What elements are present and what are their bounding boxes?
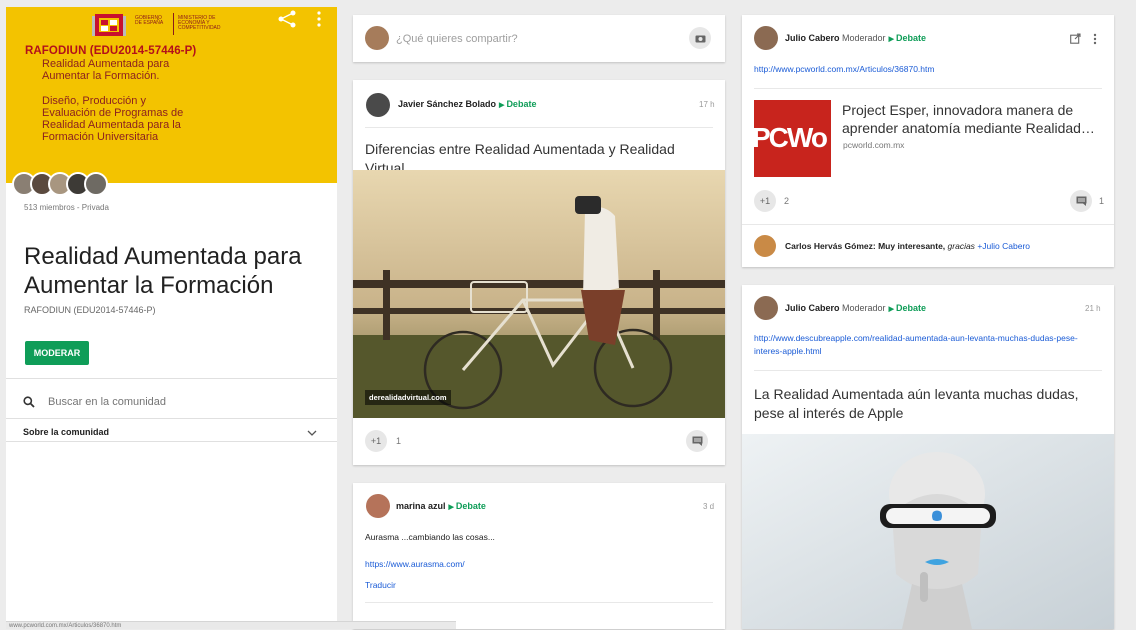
- search-icon: [23, 396, 35, 408]
- comment-mention[interactable]: +Julio Cabero: [977, 241, 1030, 251]
- post-image[interactable]: [742, 434, 1114, 629]
- avatar[interactable]: [754, 26, 778, 50]
- post-link[interactable]: http://www.pcworld.com.mx/Articulos/3687…: [754, 63, 934, 76]
- ministry-label: MINISTERIO DE ECONOMÍA Y COMPETITIVIDAD: [178, 15, 221, 31]
- divider: [365, 127, 713, 128]
- comment-button[interactable]: [686, 430, 708, 452]
- arrow-right-icon: ▶: [499, 102, 505, 109]
- post-text: Aurasma ...cambiando las cosas...: [365, 532, 495, 542]
- banner-line: Realidad Aumentada para la: [42, 119, 181, 131]
- search-input[interactable]: [48, 394, 318, 410]
- divider: [365, 602, 713, 603]
- avatar[interactable]: [366, 93, 390, 117]
- post-time[interactable]: 21 h: [1085, 304, 1101, 313]
- preview-thumbnail[interactable]: PCWo: [754, 100, 831, 177]
- category-link[interactable]: Debate: [896, 33, 926, 43]
- arrow-right-icon: ▶: [888, 306, 894, 313]
- post-card: marina azul ▶ Debate 3 d Aurasma ...cambia…: [353, 483, 725, 629]
- community-panel: GOBIERNO DE ESPAÑA MINISTERIO DE ECONOMÍ…: [6, 7, 337, 629]
- post-card: Javier Sánchez Bolado ▶ Debate 17 h Difere…: [353, 80, 725, 465]
- divider: [754, 88, 1102, 89]
- member-count: 513 miembros - Privada: [24, 203, 109, 212]
- plus-one-button[interactable]: +1: [754, 190, 776, 212]
- image-caption: derealidadvirtual.com: [365, 390, 451, 405]
- comment-icon: [1076, 196, 1086, 206]
- open-external-icon[interactable]: [1070, 33, 1081, 44]
- about-label: Sobre la comunidad: [23, 427, 110, 437]
- post-header: Javier Sánchez Bolado ▶ Debate: [398, 99, 536, 109]
- comment-count: 1: [1099, 196, 1105, 206]
- preview-logo: PCWo: [754, 122, 828, 153]
- share-icon[interactable]: [276, 10, 298, 28]
- translate-link[interactable]: Traducir: [365, 579, 396, 592]
- moderate-button[interactable]: MODERAR: [25, 341, 89, 365]
- gov-divider: [173, 13, 174, 35]
- banner-line: Evaluación de Programas de: [42, 107, 184, 119]
- community-search[interactable]: [6, 386, 337, 418]
- avatar[interactable]: [84, 172, 108, 196]
- more-vert-icon[interactable]: [312, 10, 326, 28]
- post-text: La Realidad Aumentada aún levanta muchas…: [754, 386, 1079, 421]
- avatar[interactable]: [366, 494, 390, 518]
- community-subtitle: RAFODIUN (EDU2014-57446-P): [24, 305, 156, 315]
- banner-line: Diseño, Producción y: [42, 95, 146, 107]
- preview-title[interactable]: Project Esper, innovadora manera de apre…: [842, 101, 1102, 137]
- share-composer[interactable]: ¿Qué quieres compartir?: [353, 15, 725, 62]
- community-banner: GOBIERNO DE ESPAÑA MINISTERIO DE ECONOMÍ…: [6, 7, 337, 183]
- camera-icon: [695, 35, 705, 42]
- plus-one-count: 2: [784, 196, 790, 206]
- category-link[interactable]: Debate: [456, 501, 486, 511]
- preview-domain: pcworld.com.mx: [843, 140, 905, 150]
- arrow-right-icon: ▶: [448, 504, 454, 511]
- category-link[interactable]: Debate: [506, 99, 536, 109]
- avatar[interactable]: [754, 296, 778, 320]
- post-header: Julio Cabero Moderador ▶ Debate: [785, 303, 926, 313]
- author-name[interactable]: Julio Cabero: [785, 303, 840, 313]
- post-time[interactable]: 3 d: [703, 502, 714, 511]
- comment-author[interactable]: Carlos Hervás Gómez:: [785, 241, 876, 251]
- coat-of-arms-icon: [92, 14, 126, 36]
- about-community-toggle[interactable]: Sobre la comunidad: [6, 422, 337, 446]
- chevron-down-icon: [307, 430, 317, 436]
- avatar: [365, 26, 389, 50]
- comment: Carlos Hervás Gómez: Muy interesante, gr…: [785, 241, 1030, 251]
- author-role: Moderador: [842, 33, 886, 43]
- divider: [754, 370, 1102, 371]
- status-bar: www.pcworld.com.mx/Articulos/36870.htm: [6, 621, 456, 629]
- comment-text: Muy interesante,: [878, 241, 946, 251]
- category-link[interactable]: Debate: [896, 303, 926, 313]
- gov-label: GOBIERNO DE ESPAÑA: [135, 15, 164, 26]
- post-header: marina azul ▶ Debate: [396, 501, 486, 511]
- post-header: Julio Cabero Moderador ▶ Debate: [785, 33, 926, 43]
- author-role: Moderador: [842, 303, 886, 313]
- banner-title: RAFODIUN (EDU2014-57446-P): [25, 45, 197, 57]
- divider: [742, 224, 1114, 225]
- post-link[interactable]: https://www.aurasma.com/: [365, 558, 465, 571]
- post-card: Julio Cabero Moderador ▶ Debate 21 h http:…: [742, 285, 1114, 629]
- composer-placeholder[interactable]: ¿Qué quieres compartir?: [396, 33, 518, 45]
- post-link[interactable]: http://www.descubreapple.com/realidad-au…: [754, 332, 1094, 358]
- author-name[interactable]: marina azul: [396, 501, 446, 511]
- divider: [6, 441, 337, 442]
- banner-line: Formación Universitaria: [42, 131, 159, 143]
- plus-one-count: 1: [396, 436, 402, 446]
- banner-line: Realidad Aumentada para: [42, 58, 170, 70]
- post-time[interactable]: 17 h: [699, 100, 715, 109]
- more-vert-icon[interactable]: [1092, 33, 1098, 45]
- author-name[interactable]: Javier Sánchez Bolado: [398, 99, 496, 109]
- post-image[interactable]: [353, 170, 725, 418]
- camera-button[interactable]: [689, 27, 711, 49]
- divider: [6, 378, 337, 379]
- comment-button[interactable]: [1070, 190, 1092, 212]
- divider: [6, 418, 337, 419]
- post-card: Julio Cabero Moderador ▶ Debate http://www…: [742, 15, 1114, 267]
- arrow-right-icon: ▶: [888, 36, 894, 43]
- author-name[interactable]: Julio Cabero: [785, 33, 840, 43]
- banner-line: Aumentar la Formación.: [42, 70, 160, 82]
- comment-icon: [692, 436, 702, 446]
- avatar[interactable]: [754, 235, 776, 257]
- community-title: Realidad Aumentada para Aumentar la Form…: [24, 243, 302, 299]
- plus-one-button[interactable]: +1: [365, 430, 387, 452]
- comment-italic: gracias: [947, 241, 975, 251]
